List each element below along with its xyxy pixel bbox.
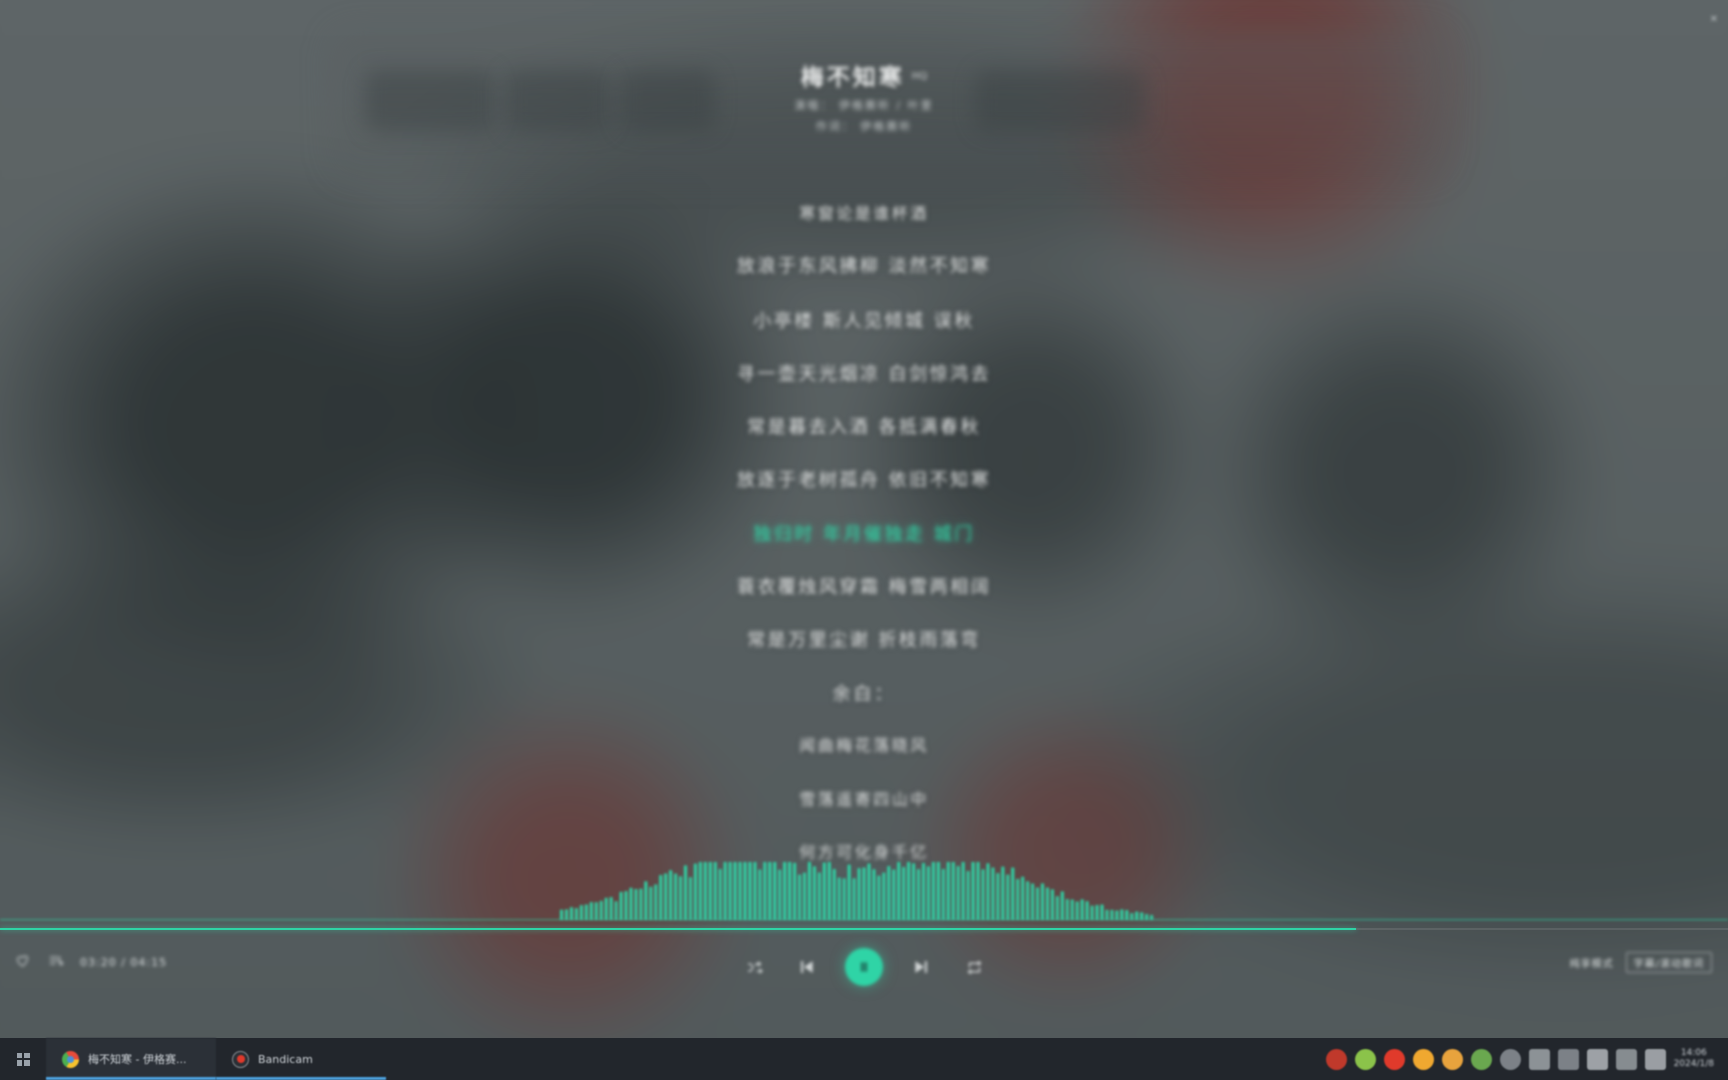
lyric-line[interactable]: 放逐于老树孤舟 依旧不知寒: [0, 466, 1728, 492]
taskbar-item[interactable]: Bandicam: [216, 1038, 386, 1080]
lyric-line[interactable]: 雪落遥寄四山中: [0, 786, 1728, 810]
system-tray: 14:06 2024/1/8: [1322, 1038, 1728, 1080]
notification-tray-icon[interactable]: [1644, 1048, 1666, 1070]
shield-tray-icon[interactable]: [1470, 1048, 1492, 1070]
lyric-line[interactable]: 常是暮去入酒 各抵满春秋: [0, 413, 1728, 439]
usb-tray-icon[interactable]: [1528, 1048, 1550, 1070]
player-control-bar: 03:20 / 04:15 纯享模式 字幕/滚动歌词: [0, 930, 1728, 1020]
play-pause-button[interactable]: [845, 948, 883, 986]
folder-tray-icon[interactable]: [1441, 1048, 1463, 1070]
windows-logo-icon: [16, 1052, 30, 1066]
taskbar-clock[interactable]: 14:06 2024/1/8: [1670, 1048, 1722, 1071]
taskbar-item-label: Bandicam: [258, 1052, 313, 1066]
page-title: 梅不知寒: [800, 65, 905, 91]
next-button[interactable]: [909, 954, 935, 980]
taskbar-item-label: 梅不知寒 - 伊格赛...: [88, 1053, 187, 1066]
window-close-icon[interactable]: ✕: [1710, 14, 1718, 25]
desktop-screen: ✕ 梅不知寒 HQ 演唱： 伊格赛听 / 叶里 作词： 伊格赛听 寒窗论是谁杯酒放…: [0, 0, 1728, 1080]
lyric-line[interactable]: 放浪于东风拂柳 淡然不知寒: [0, 252, 1728, 278]
lyric-line[interactable]: 小亭楼 斯人见倾城 误秋: [0, 307, 1728, 333]
lyric-line-active[interactable]: 独归时 年月催独走 城门: [0, 520, 1728, 546]
windows-taskbar: 梅不知寒 - 伊格赛... Bandicam 14:06 2024/1/8: [0, 1038, 1728, 1080]
previous-button[interactable]: [793, 954, 819, 980]
song-header: 梅不知寒 HQ 演唱： 伊格赛听 / 叶里 作词： 伊格赛听: [0, 58, 1728, 134]
playback-time-display: 03:20 / 04:15: [80, 956, 168, 969]
lyric-line[interactable]: 蓑衣覆烛风穿霜 梅雪两相阔: [0, 573, 1728, 599]
play-mode-label: 纯享模式: [1569, 959, 1614, 970]
bandicam-tray-icon[interactable]: [1325, 1048, 1347, 1070]
quality-badge: HQ: [911, 70, 928, 82]
lyric-line[interactable]: 寻一壶天光烟凉 白剑惊鸿去: [0, 360, 1728, 386]
heart-icon[interactable]: [14, 952, 31, 973]
taskbar-window-list: 梅不知寒 - 伊格赛... Bandicam: [46, 1038, 386, 1080]
chrome-icon: [62, 1050, 79, 1068]
lyrics-mode-button[interactable]: 字幕/滚动歌词: [1625, 952, 1712, 973]
playlist-icon[interactable]: [47, 952, 64, 973]
lyric-line[interactable]: 余白：: [0, 680, 1728, 706]
volume-tray-icon[interactable]: [1615, 1048, 1637, 1070]
artist-credit: 演唱： 伊格赛听 / 叶里: [794, 99, 934, 112]
clock-time: 14:06: [1680, 1047, 1707, 1058]
taskbar-item[interactable]: 梅不知寒 - 伊格赛...: [46, 1038, 216, 1080]
bandicam-icon: [232, 1050, 249, 1068]
lyricist-credit: 作词： 伊格赛听: [815, 120, 913, 133]
lyric-line[interactable]: 常是万里尘谢 折枝雨落弯: [0, 626, 1728, 652]
chrome-tray-icon[interactable]: [1354, 1048, 1376, 1070]
battery-tray-icon[interactable]: [1586, 1048, 1608, 1070]
tray-icon-list: [1322, 1048, 1670, 1070]
cloud-tray-icon[interactable]: [1499, 1048, 1521, 1070]
start-button[interactable]: [0, 1038, 46, 1080]
player-left-meta: 03:20 / 04:15: [14, 952, 167, 973]
transport-controls: [741, 948, 987, 986]
audio-waveform-visualizer: [0, 848, 1728, 928]
network-tray-icon[interactable]: [1557, 1048, 1579, 1070]
lyric-line[interactable]: 闻曲梅花落晓风: [0, 732, 1728, 756]
update-tray-icon[interactable]: [1412, 1048, 1434, 1070]
clock-date: 2024/1/8: [1673, 1059, 1714, 1069]
player-right-meta: 纯享模式 字幕/滚动歌词: [1570, 952, 1712, 973]
lyric-line[interactable]: 寒窗论是谁杯酒: [0, 200, 1728, 224]
shuffle-button[interactable]: [741, 954, 767, 980]
waveform-bars: [0, 862, 1728, 921]
repeat-button[interactable]: [961, 954, 987, 980]
recorder-tray-icon[interactable]: [1383, 1048, 1405, 1070]
pause-icon: [861, 962, 867, 972]
